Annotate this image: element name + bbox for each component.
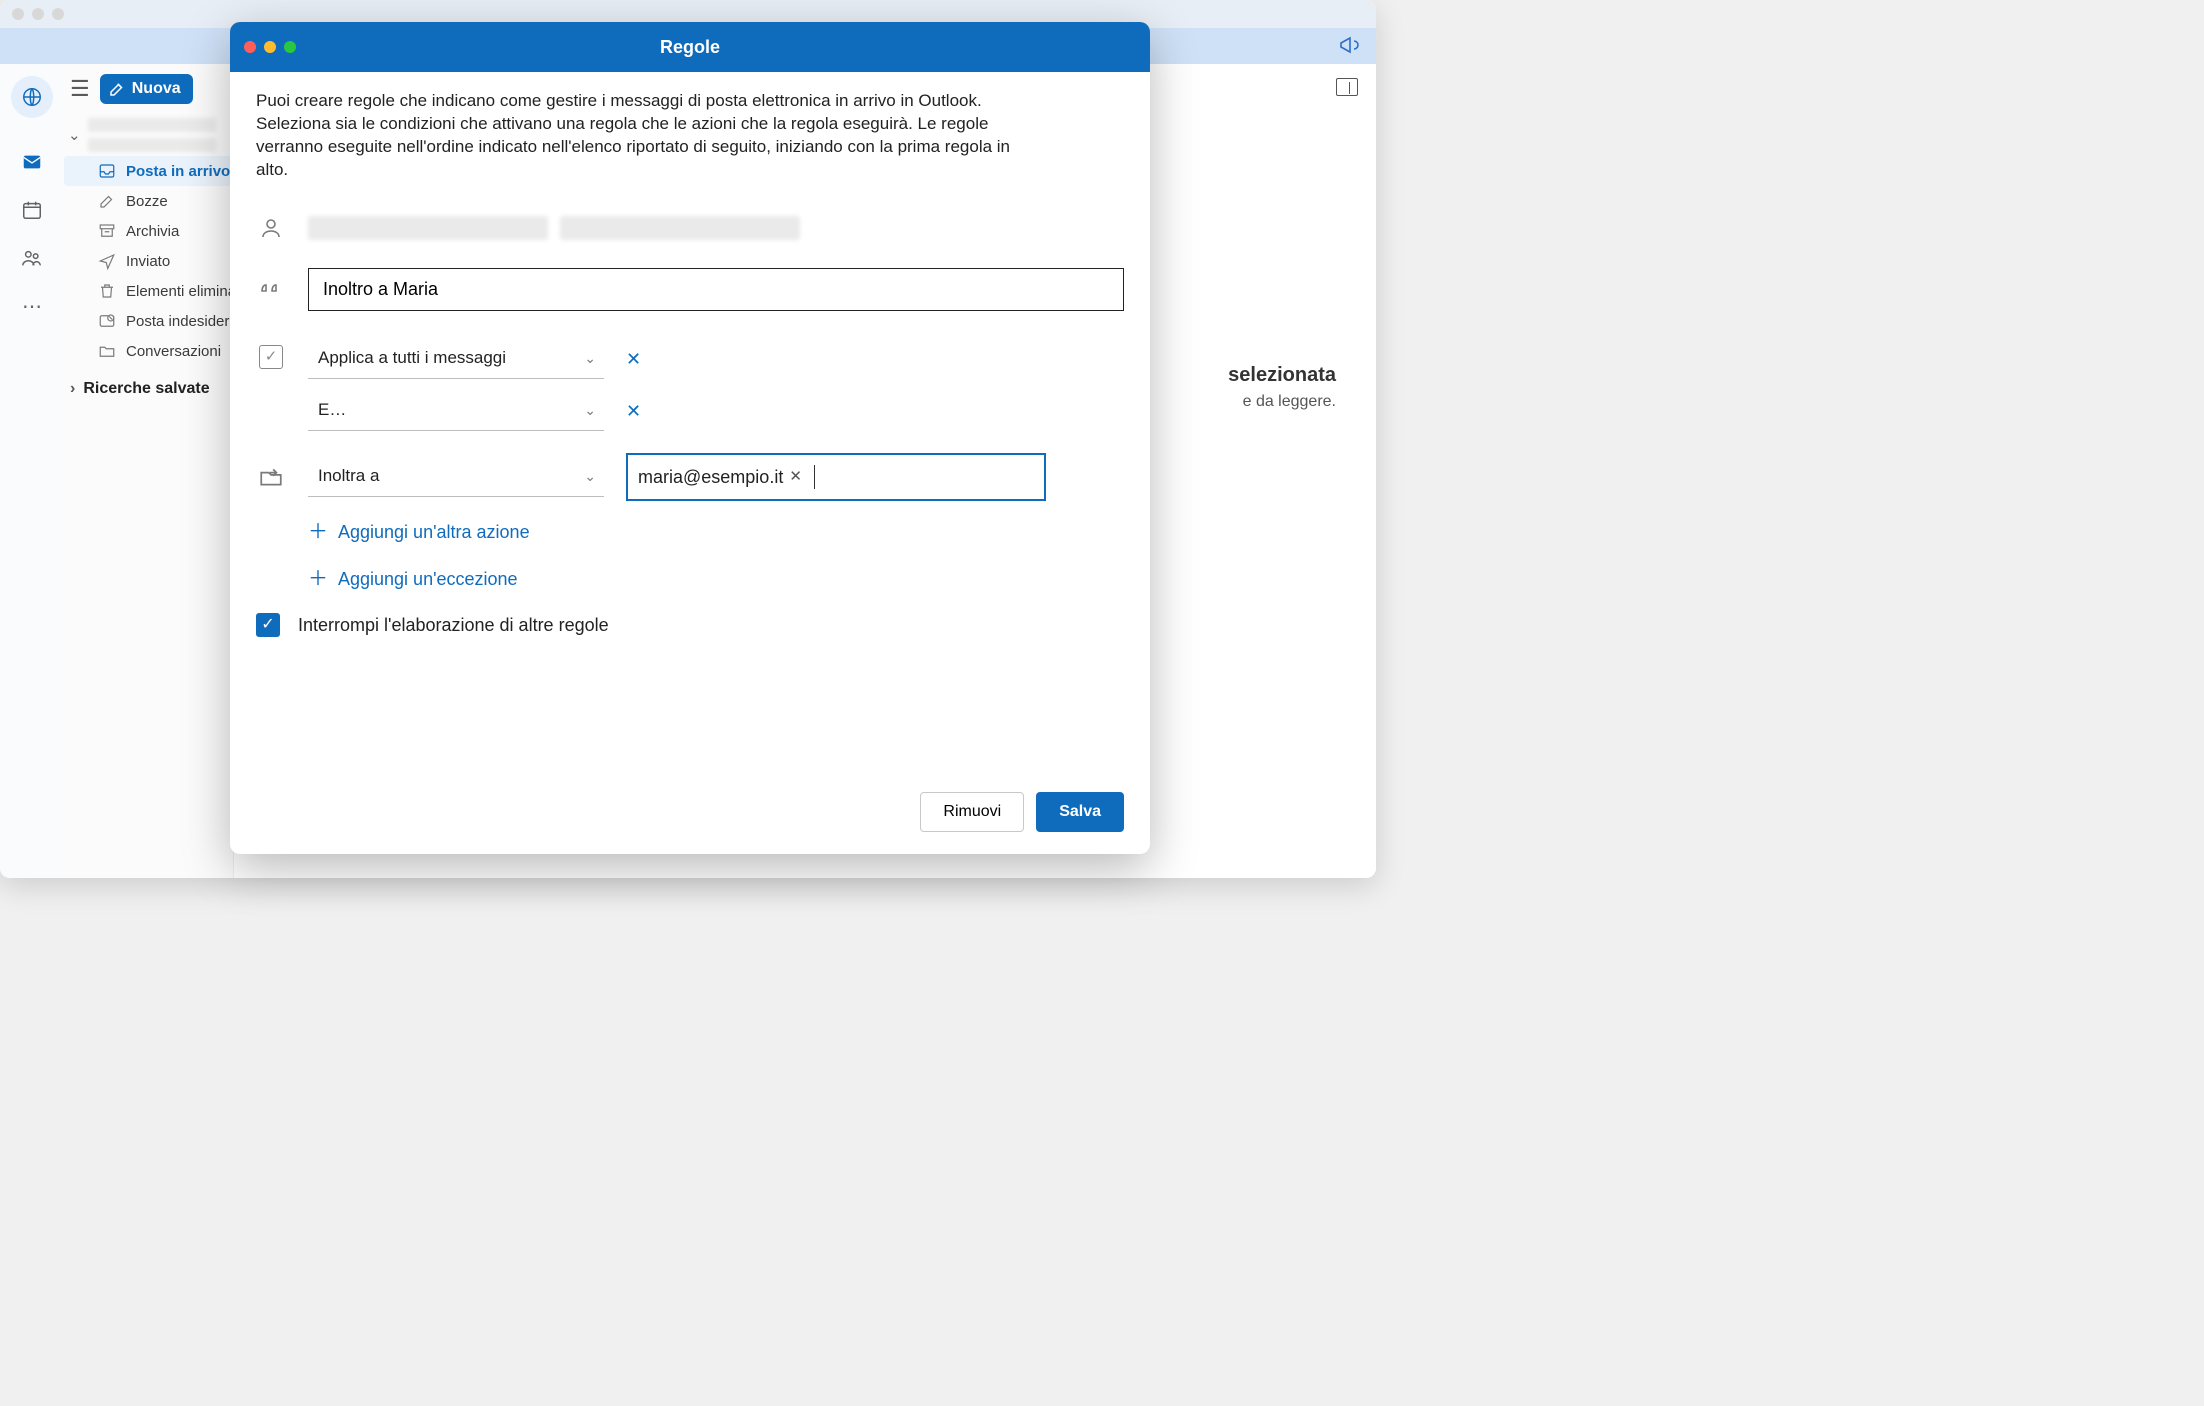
- action-dropdown[interactable]: Inoltra a ⌄: [308, 457, 604, 497]
- folder-archive[interactable]: Archivia: [64, 216, 233, 246]
- sent-icon: [98, 252, 116, 270]
- remove-condition1[interactable]: ✕: [620, 343, 647, 375]
- calendar-icon[interactable]: [20, 198, 44, 222]
- condition1-dropdown[interactable]: Applica a tutti i messaggi ⌄: [308, 339, 604, 379]
- rules-dialog: Regole Puoi creare regole che indicano c…: [230, 22, 1150, 854]
- account-expander[interactable]: ⌄: [64, 114, 233, 156]
- add-exception-link[interactable]: ＋ Aggiungi un'eccezione: [308, 566, 1124, 593]
- chevron-down-icon: ⌄: [584, 401, 596, 420]
- saved-searches[interactable]: › Ricerche salvate: [64, 366, 233, 404]
- recipient-input[interactable]: maria@esempio.it ✕: [626, 453, 1046, 501]
- layout-toggle-icon[interactable]: [1336, 78, 1358, 96]
- rule-name-row: [256, 268, 1124, 311]
- globe-icon[interactable]: [11, 76, 53, 118]
- recipient-chip: maria@esempio.it: [638, 465, 783, 489]
- archive-icon: [98, 222, 116, 240]
- folder-inbox[interactable]: Posta in arrivo: [64, 156, 233, 186]
- remove-condition2[interactable]: ✕: [620, 395, 647, 427]
- remove-button[interactable]: Rimuovi: [920, 792, 1024, 832]
- dialog-titlebar: Regole: [230, 22, 1150, 72]
- stop-processing-checkbox[interactable]: ✓: [256, 613, 280, 637]
- save-button[interactable]: Salva: [1036, 792, 1124, 832]
- dialog-description: Puoi creare regole che indicano come ges…: [256, 90, 1026, 182]
- new-mail-button[interactable]: Nuova: [100, 74, 193, 104]
- folder-icon: [98, 342, 116, 360]
- folder-sent[interactable]: Inviato: [64, 246, 233, 276]
- add-action-link[interactable]: ＋ Aggiungi un'altra azione: [308, 519, 1124, 546]
- stop-processing-label: Interrompi l'elaborazione di altre regol…: [298, 613, 609, 637]
- hamburger-icon[interactable]: ☰: [70, 76, 90, 102]
- trash-icon: [98, 282, 116, 300]
- new-mail-label: Nuova: [132, 80, 181, 98]
- left-rail: ⋯: [0, 64, 64, 878]
- person-icon: [256, 216, 286, 240]
- condition2-dropdown[interactable]: E… ⌄: [308, 391, 604, 431]
- plus-icon: ＋: [308, 519, 328, 546]
- condition-icon: ✓: [256, 345, 286, 369]
- people-icon[interactable]: [20, 246, 44, 270]
- folder-deleted[interactable]: Elementi eliminati: [64, 276, 233, 306]
- drafts-icon: [98, 192, 116, 210]
- folder-pane: ☰ Nuova ⌄ Posta in arrivo: [64, 64, 234, 878]
- inbox-icon: [98, 162, 116, 180]
- folder-junk[interactable]: Posta indesiderata: [64, 306, 233, 336]
- action-icon: [256, 464, 286, 490]
- megaphone-icon[interactable]: [1338, 33, 1362, 62]
- chevron-down-icon: ⌄: [584, 467, 596, 486]
- rule-name-input[interactable]: [308, 268, 1124, 311]
- chevron-down-icon: ⌄: [584, 349, 596, 368]
- traffic-light-zoom[interactable]: [52, 8, 64, 20]
- traffic-light-minimize[interactable]: [32, 8, 44, 20]
- plus-icon: ＋: [308, 566, 328, 593]
- more-icon[interactable]: ⋯: [20, 294, 44, 318]
- reading-pane-placeholder: selezionata e da leggere.: [1228, 364, 1336, 411]
- folder-drafts[interactable]: Bozze: [64, 186, 233, 216]
- text-cursor: [814, 465, 815, 489]
- junk-icon: [98, 312, 116, 330]
- quote-icon: [256, 277, 286, 301]
- mail-icon[interactable]: [20, 150, 44, 174]
- account-row: [256, 216, 1124, 240]
- dialog-title: Regole: [244, 37, 1136, 58]
- traffic-light-close[interactable]: [12, 8, 24, 20]
- folder-conversations[interactable]: Conversazioni: [64, 336, 233, 366]
- remove-recipient[interactable]: ✕: [789, 467, 802, 487]
